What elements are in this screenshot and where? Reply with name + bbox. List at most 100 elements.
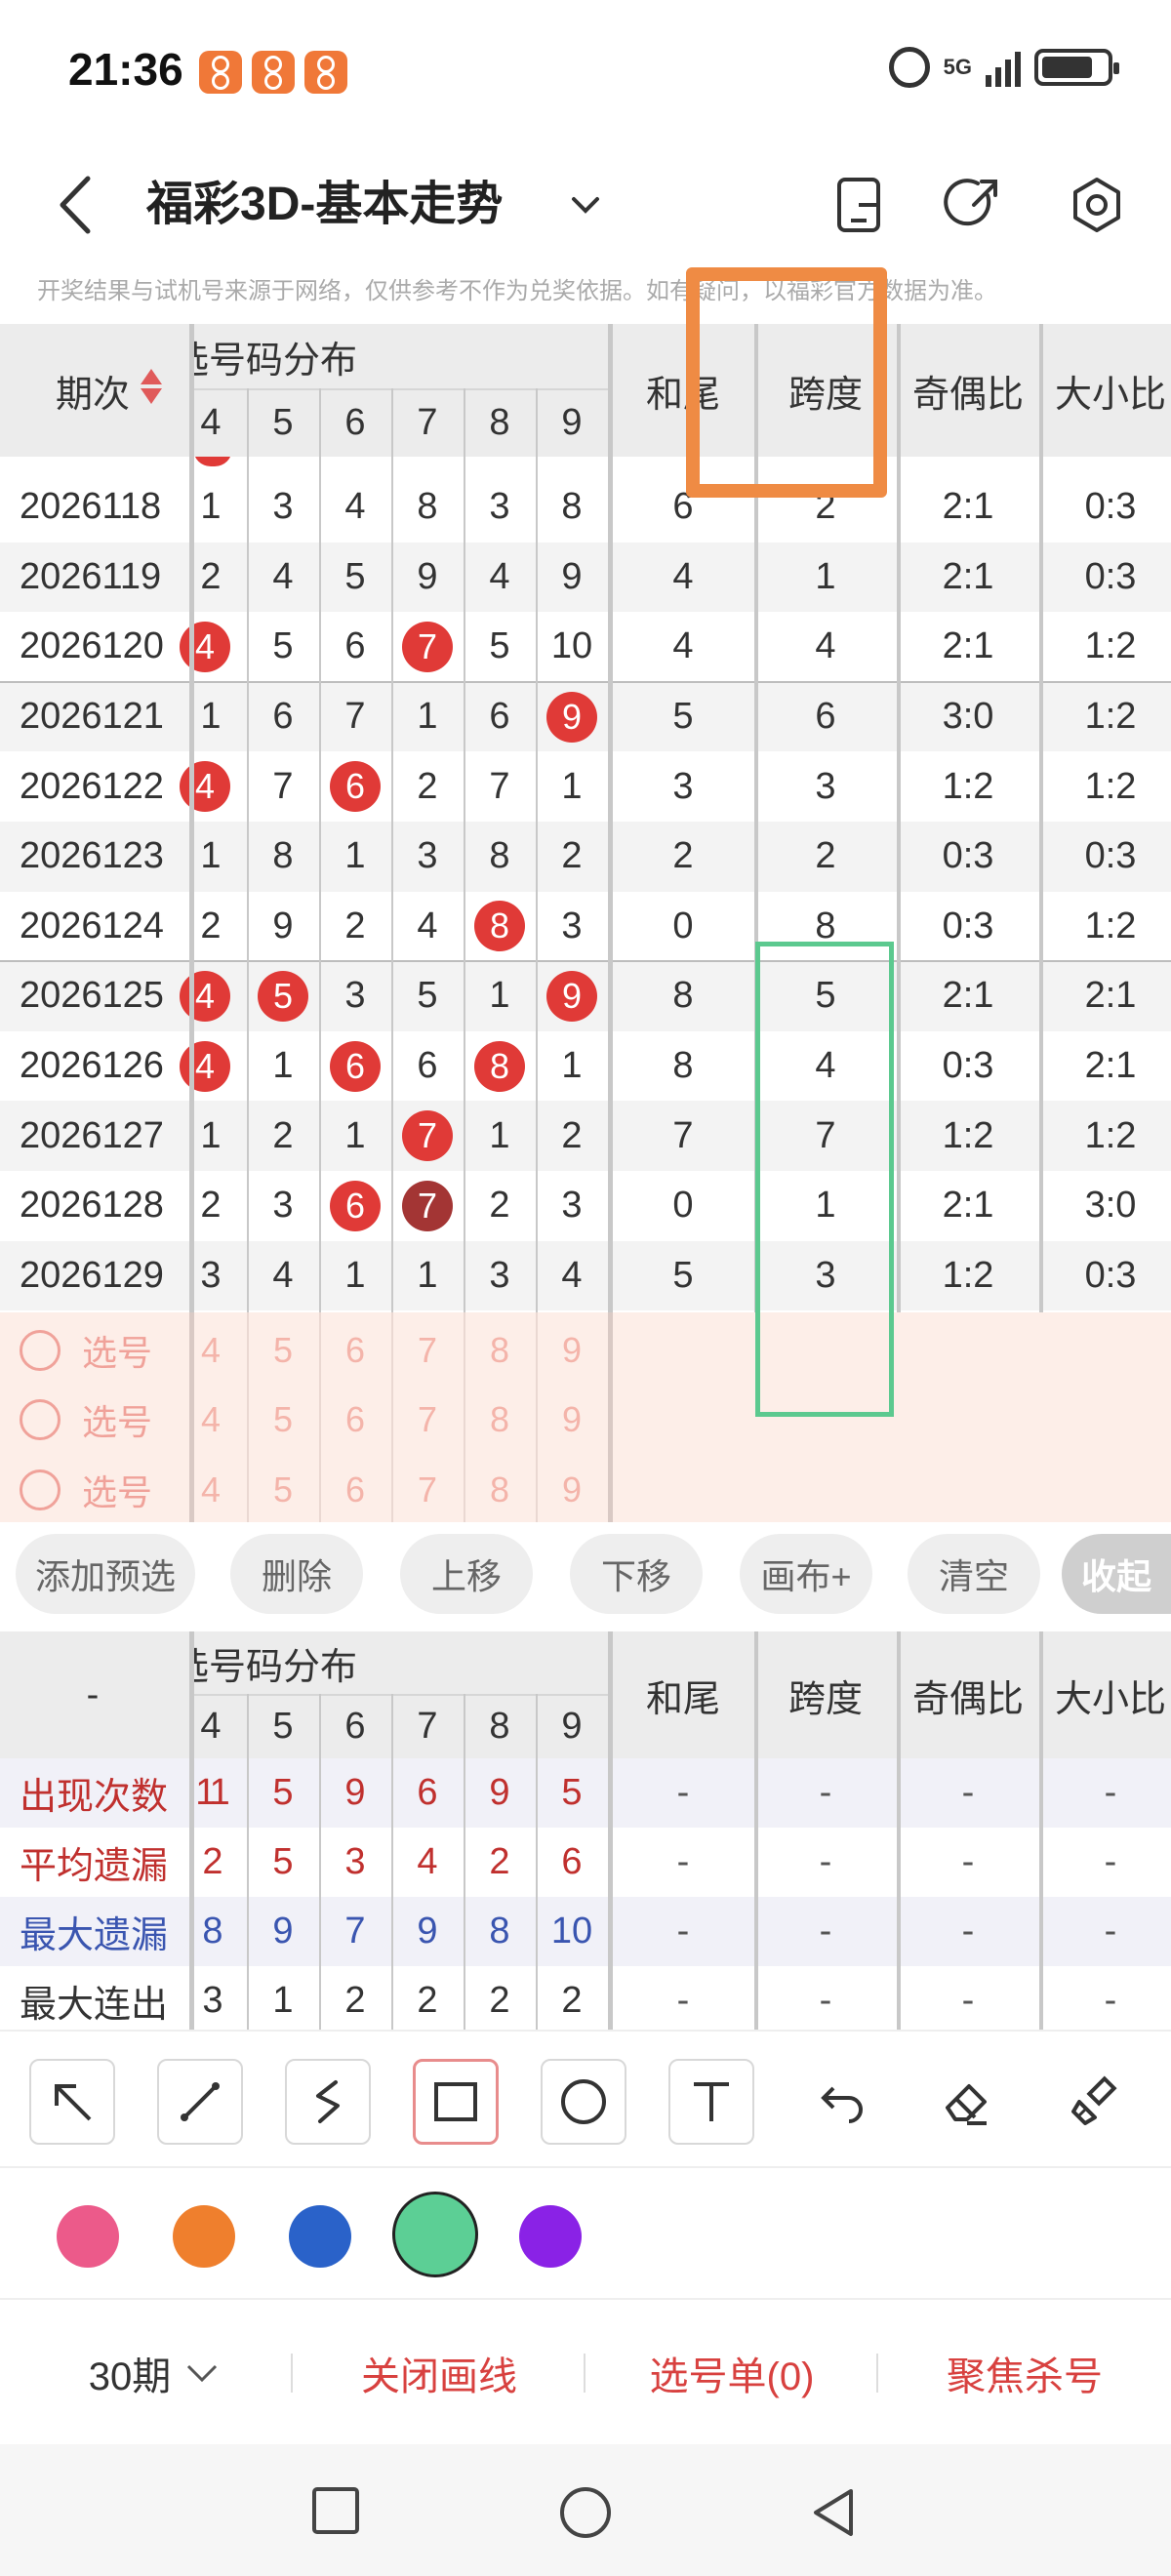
pick-row-select[interactable]: 选号 bbox=[20, 1386, 185, 1455]
canvas-plus-button[interactable]: 画布+ bbox=[740, 1534, 872, 1614]
move-down-button[interactable]: 下移 bbox=[570, 1534, 703, 1614]
pick-number[interactable]: 8 bbox=[464, 1455, 536, 1524]
rectangle-icon[interactable] bbox=[413, 2059, 499, 2145]
stats-value: 6 bbox=[561, 1841, 583, 1882]
span-cell: 1 bbox=[815, 555, 836, 597]
pick-number[interactable]: 7 bbox=[391, 1455, 464, 1524]
number-cell: 7 bbox=[391, 1171, 464, 1241]
number-cell: 6 bbox=[319, 751, 391, 822]
stats-value: 9 bbox=[417, 1911, 438, 1952]
radio-circle-icon[interactable] bbox=[20, 1469, 61, 1510]
color-swatch-green-selected[interactable] bbox=[392, 2192, 478, 2277]
arrow-icon[interactable] bbox=[29, 2059, 115, 2145]
delete-button[interactable]: 删除 bbox=[230, 1534, 363, 1614]
pick-number[interactable]: 9 bbox=[536, 1315, 608, 1385]
layout-toggle-icon[interactable] bbox=[820, 166, 898, 244]
pick-number[interactable]: 6 bbox=[319, 1386, 391, 1455]
number-cell: 2 bbox=[200, 905, 222, 946]
home-icon[interactable] bbox=[558, 2485, 613, 2540]
number-header: 6 bbox=[344, 401, 366, 443]
add-preselect-button[interactable]: 添加预选 bbox=[16, 1534, 195, 1614]
column-header: 和尾 bbox=[645, 1678, 720, 1720]
number-cell: 6 bbox=[417, 1045, 438, 1087]
sum-tail-cell: 8 bbox=[672, 975, 694, 1017]
pick-row-select[interactable]: 选号 bbox=[20, 1455, 185, 1524]
hit-ball: 9 bbox=[546, 691, 597, 743]
pick-number[interactable]: 7 bbox=[391, 1386, 464, 1455]
divider bbox=[247, 388, 249, 1312]
divider bbox=[189, 1312, 194, 1522]
pick-number[interactable]: 9 bbox=[536, 1455, 608, 1524]
divider bbox=[464, 1312, 465, 1522]
hit-ball: 7 bbox=[402, 1110, 453, 1162]
number-header: 8 bbox=[489, 1705, 510, 1747]
divider bbox=[536, 388, 538, 1312]
recent-apps-icon[interactable] bbox=[310, 2485, 361, 2536]
big-small-cell: 1:2 bbox=[1084, 905, 1137, 946]
drawn-rectangle-green[interactable] bbox=[755, 942, 894, 1417]
pick-number[interactable]: 4 bbox=[175, 1386, 247, 1455]
pick-number[interactable]: 7 bbox=[391, 1315, 464, 1385]
period-cell: 2026128 bbox=[20, 1185, 164, 1227]
column-header: 奇偶比 bbox=[911, 374, 1024, 416]
color-swatch-purple[interactable] bbox=[519, 2205, 582, 2268]
pick-number[interactable]: 4 bbox=[175, 1315, 247, 1385]
color-swatch-pink[interactable] bbox=[57, 2205, 119, 2268]
back-icon[interactable] bbox=[806, 2485, 861, 2540]
color-swatch-orange[interactable] bbox=[173, 2205, 235, 2268]
sort-icon[interactable] bbox=[141, 369, 162, 404]
radio-circle-icon[interactable] bbox=[20, 1399, 61, 1441]
collapse-button[interactable]: 收起 bbox=[1062, 1534, 1171, 1614]
pick-number[interactable]: 5 bbox=[247, 1386, 319, 1455]
sum-tail-cell: 8 bbox=[672, 1045, 694, 1087]
radio-circle-icon[interactable] bbox=[20, 1329, 61, 1371]
stats-dash: - bbox=[676, 1911, 690, 1952]
close-lines-button[interactable]: 关闭画线 bbox=[293, 2300, 586, 2446]
move-up-button[interactable]: 上移 bbox=[400, 1534, 533, 1614]
undo-icon[interactable] bbox=[796, 2059, 882, 2145]
color-swatch-blue[interactable] bbox=[289, 2205, 351, 2268]
pick-number[interactable]: 4 bbox=[175, 1455, 247, 1524]
page-title[interactable]: 福彩3D-基本走势 bbox=[146, 158, 503, 252]
pick-number[interactable]: 5 bbox=[247, 1455, 319, 1524]
number-cell: 2 bbox=[417, 765, 438, 807]
text-icon[interactable] bbox=[668, 2059, 754, 2145]
pick-row-select[interactable]: 选号 bbox=[20, 1315, 185, 1385]
clear-button[interactable]: 清空 bbox=[908, 1534, 1040, 1614]
line-icon[interactable] bbox=[157, 2059, 243, 2145]
back-arrow-icon[interactable] bbox=[49, 161, 107, 249]
pick-list-button[interactable]: 选号单(0) bbox=[586, 2300, 878, 2446]
number-cell: 1 bbox=[200, 696, 222, 738]
clear-brush-icon[interactable] bbox=[1052, 2059, 1138, 2145]
stats-table: 出现次数 11 5 9 6 9 5 - - - - 平均遗漏 2 5 3 4 2 6 - - - - 最大遗漏 8 9 7 9 8 10… bbox=[0, 1631, 1171, 2035]
pick-number[interactable]: 8 bbox=[464, 1386, 536, 1455]
pick-number[interactable]: 6 bbox=[319, 1315, 391, 1385]
stats-label: 平均遗漏 bbox=[20, 1846, 169, 1887]
chevron-down-icon bbox=[187, 2364, 218, 2383]
period-cell: 2026126 bbox=[20, 1045, 164, 1087]
pick-number[interactable]: 9 bbox=[536, 1386, 608, 1455]
divider bbox=[754, 1631, 758, 2030]
pick-number[interactable]: 6 bbox=[319, 1455, 391, 1524]
number-cell: 1 bbox=[200, 835, 222, 877]
eraser-icon[interactable] bbox=[924, 2059, 1010, 2145]
stats-dash: - bbox=[961, 1772, 975, 1813]
number-cell: 1 bbox=[200, 486, 222, 528]
odd-even-cell: 2:1 bbox=[942, 975, 994, 1017]
divider bbox=[189, 1631, 194, 2030]
chevron-down-icon[interactable] bbox=[566, 185, 605, 224]
period-select[interactable]: 30期 bbox=[29, 2300, 283, 2446]
stats-dash: - bbox=[1104, 1841, 1117, 1882]
drawn-rectangle-orange[interactable] bbox=[686, 267, 887, 498]
hit-ball: 4 bbox=[180, 1040, 230, 1092]
focus-kill-button[interactable]: 聚焦杀号 bbox=[878, 2300, 1171, 2446]
hit-ball: 8 bbox=[474, 1040, 525, 1092]
pick-label: 选号 bbox=[82, 1471, 153, 1512]
stats-value: 3 bbox=[344, 1841, 366, 1882]
circle-icon[interactable] bbox=[541, 2059, 626, 2145]
share-icon[interactable] bbox=[935, 166, 1013, 244]
freehand-icon[interactable] bbox=[285, 2059, 371, 2145]
pick-number[interactable]: 5 bbox=[247, 1315, 319, 1385]
settings-icon[interactable] bbox=[1058, 166, 1136, 244]
pick-number[interactable]: 8 bbox=[464, 1315, 536, 1385]
